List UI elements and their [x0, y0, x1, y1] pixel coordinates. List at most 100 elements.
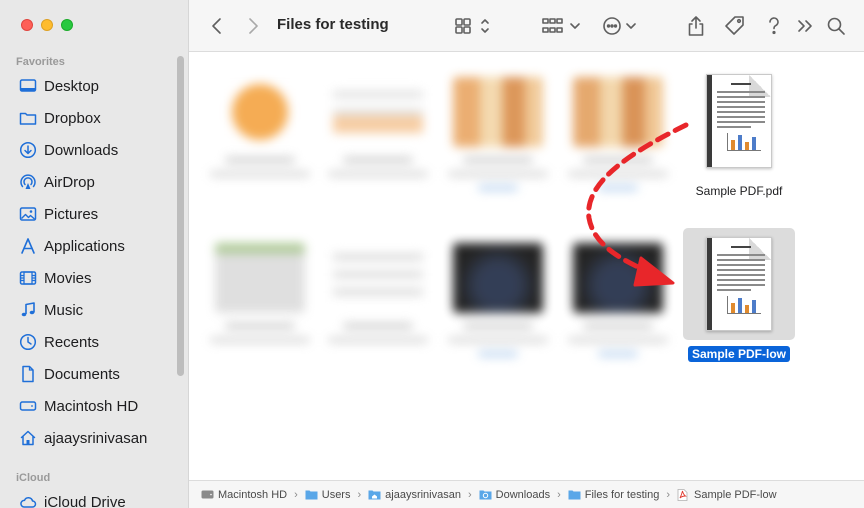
double-chevron-right-icon [798, 20, 812, 32]
sidebar-item-label: Music [44, 301, 84, 319]
zoom-window-button[interactable] [61, 19, 73, 31]
question-mark-icon [769, 17, 779, 35]
sidebar-item-label: Pictures [44, 205, 99, 223]
path-crumb-macintosh-hd[interactable]: Macintosh HD [201, 489, 287, 501]
path-crumb-label: Sample PDF-low [694, 488, 777, 501]
sidebar-item-pictures[interactable]: Pictures [0, 198, 188, 230]
blurred-label [448, 337, 548, 343]
back-button[interactable] [207, 14, 227, 38]
sidebar-item-label: Downloads [44, 141, 119, 159]
file-name-label: Sample PDF.pdf [695, 184, 783, 198]
window-controls [21, 19, 73, 31]
recents-icon [18, 332, 38, 352]
group-grid-icon [542, 18, 580, 33]
sidebar-item-airdrop[interactable]: AirDrop [0, 166, 188, 198]
blurred-file-item[interactable] [559, 243, 677, 357]
path-separator: › [294, 488, 298, 501]
minimize-window-button[interactable] [41, 19, 53, 31]
path-crumb-files-for-testing[interactable]: Files for testing [568, 489, 659, 501]
favorites-section-title: Favorites [16, 56, 65, 68]
blurred-thumbnail [573, 77, 663, 147]
icloud-section-title: iCloud [16, 472, 51, 484]
action-menu-button[interactable] [601, 14, 641, 38]
blurred-label [478, 185, 518, 191]
file-browser-content: Sample PDF.pdf Sample PDF-low [189, 53, 864, 480]
blurred-file-item[interactable] [319, 77, 437, 177]
path-crumb-label: Users [321, 488, 351, 501]
blurred-thumbnail [333, 243, 423, 313]
share-button[interactable] [685, 14, 707, 38]
blurred-label [343, 323, 413, 329]
blurred-thumbnail [573, 243, 663, 313]
icloud-icon [18, 492, 38, 508]
blurred-file-item[interactable] [439, 243, 557, 357]
group-by-button[interactable] [541, 14, 581, 38]
sidebar-item-applications[interactable]: Applications [0, 230, 188, 262]
blurred-thumbnail [215, 243, 305, 313]
blurred-file-item[interactable] [201, 243, 319, 343]
applications-icon [18, 236, 38, 256]
window-title: Files for testing [277, 16, 389, 33]
search-button[interactable] [825, 14, 847, 38]
documents-icon [18, 364, 38, 384]
file-item-sample-pdf-low[interactable]: Sample PDF-low [679, 228, 799, 363]
blurred-file-item[interactable] [319, 243, 437, 343]
tags-button[interactable] [723, 14, 747, 38]
path-crumb-label: Macintosh HD [218, 488, 288, 501]
close-window-button[interactable] [21, 19, 33, 31]
sidebar-item-label: AirDrop [44, 173, 95, 191]
sidebar-item-label: Desktop [44, 77, 100, 95]
blurred-file-item[interactable] [201, 77, 319, 177]
pictures-icon [18, 204, 38, 224]
path-crumb-downloads[interactable]: Downloads [479, 489, 550, 501]
blurred-file-item[interactable] [559, 77, 677, 191]
sidebar-item-macintosh-hd[interactable]: Macintosh HD [0, 390, 188, 422]
sidebar-item-label: Documents [44, 365, 120, 383]
sidebar-scrollbar[interactable] [177, 56, 184, 376]
blurred-file-item[interactable] [439, 77, 557, 191]
path-separator: › [557, 488, 561, 501]
blurred-thumbnail [215, 77, 305, 147]
path-crumb-sample-pdf-low[interactable]: Sample PDF-low [677, 489, 777, 501]
path-crumb-users[interactable]: Users [305, 488, 351, 501]
path-crumb-label: Downloads [495, 488, 551, 501]
downloads-icon [18, 140, 38, 160]
sidebar-item-downloads[interactable]: Downloads [0, 134, 188, 166]
file-item-sample-pdf[interactable]: Sample PDF.pdf [679, 65, 799, 200]
help-button[interactable] [765, 14, 783, 38]
sidebar-item-desktop[interactable]: Desktop [0, 70, 188, 102]
path-crumb-home[interactable]: ajaaysrinivasan [368, 489, 461, 501]
sidebar-item-home[interactable]: ajaaysrinivasan [0, 422, 188, 454]
sidebar-item-icloud-drive[interactable]: iCloud Drive [0, 486, 126, 508]
blurred-thumbnail [453, 243, 543, 313]
favorites-list: Desktop Dropbox Downloads AirDrop Pictur… [0, 70, 188, 454]
file-thumbnail [683, 228, 795, 340]
sidebar-item-label: iCloud Drive [44, 493, 126, 508]
file-thumbnail [683, 65, 795, 177]
blurred-label [225, 323, 295, 329]
forward-button[interactable] [243, 14, 263, 38]
blurred-label [583, 157, 653, 163]
sidebar-item-label: Dropbox [44, 109, 101, 127]
blurred-label [328, 171, 428, 177]
ellipsis-circle-icon [603, 17, 636, 35]
sidebar-item-recents[interactable]: Recents [0, 326, 188, 358]
sidebar-item-label: Recents [44, 333, 100, 351]
home-icon [18, 428, 38, 448]
chevron-left-icon [212, 18, 221, 34]
sidebar-item-music[interactable]: Music [0, 294, 188, 326]
home-folder-icon [368, 489, 381, 500]
blurred-thumbnail [453, 77, 543, 147]
desktop-icon [18, 76, 38, 96]
sidebar-item-dropbox[interactable]: Dropbox [0, 102, 188, 134]
folder-icon [305, 489, 318, 500]
view-mode-button[interactable] [453, 14, 493, 38]
blurred-label [598, 351, 638, 357]
more-toolbar-button[interactable] [795, 14, 815, 38]
airdrop-icon [18, 172, 38, 192]
sidebar-item-documents[interactable]: Documents [0, 358, 188, 390]
toolbar: Files for testing [189, 0, 864, 52]
share-icon [688, 16, 704, 36]
sidebar: Favorites Desktop Dropbox Downloads AirD… [0, 0, 189, 508]
sidebar-item-movies[interactable]: Movies [0, 262, 188, 294]
